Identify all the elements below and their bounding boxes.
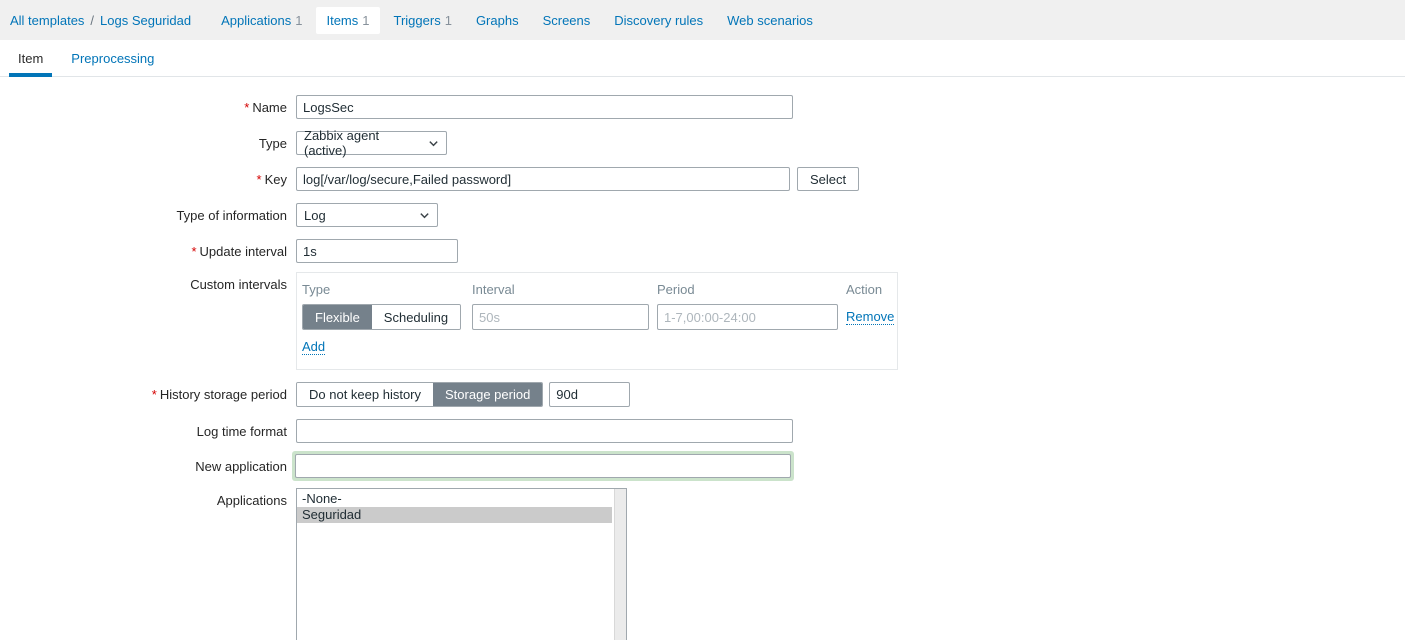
items-count: 1 (362, 12, 370, 28)
interval-type-segmented: Flexible Scheduling (302, 304, 462, 330)
tab-web-scenarios[interactable]: Web scenarios (717, 7, 823, 34)
required-asterisk: * (191, 244, 197, 259)
custom-intervals-label: Custom intervals (190, 277, 287, 292)
history-storage-period-row: * History storage period Do not keep hist… (0, 382, 1405, 407)
update-interval-label: * Update interval (191, 244, 287, 259)
applications-count: 1 (295, 12, 303, 28)
interval-input[interactable] (472, 304, 649, 330)
key-row: *Key Select (0, 167, 1405, 191)
history-storage-period-label: * History storage period (151, 387, 287, 402)
chevron-down-icon (419, 210, 430, 221)
column-header-interval: Interval (472, 282, 515, 297)
name-label: * Name (244, 100, 287, 115)
breadcrumb-template[interactable]: Logs Seguridad (100, 13, 191, 28)
log-time-format-label: Log time format (196, 424, 287, 439)
application-option-seguridad[interactable]: Seguridad (297, 507, 612, 523)
key-select-button[interactable]: Select (797, 167, 860, 191)
history-mode-segmented: Do not keep history Storage period (296, 382, 544, 407)
tab-items[interactable]: Items 1 (316, 6, 380, 34)
top-navigation-bar: All templates / Logs Seguridad Applicati… (0, 0, 1405, 40)
key-input[interactable] (296, 167, 790, 191)
application-option-none[interactable]: -None- (297, 491, 612, 507)
type-of-information-row: Type of information Log (0, 203, 1405, 227)
add-interval-link[interactable]: Add (302, 339, 326, 355)
log-time-format-row: Log time format (0, 419, 1405, 443)
name-row: * Name (0, 95, 1405, 119)
listbox-scrollbar[interactable] (614, 489, 626, 640)
column-header-action: Action (846, 282, 883, 297)
type-row: Type Zabbix agent (active) (0, 128, 1405, 158)
required-asterisk: * (256, 172, 262, 187)
type-of-information-label: Type of information (176, 208, 287, 223)
column-header-type: Type (302, 282, 331, 297)
breadcrumb-all-templates[interactable]: All templates (10, 13, 84, 28)
remove-interval-link[interactable]: Remove (846, 309, 895, 325)
type-select[interactable]: Zabbix agent (active) (296, 128, 447, 158)
applications-label: Applications (216, 493, 287, 508)
tab-discovery-rules[interactable]: Discovery rules (604, 7, 713, 34)
tab-triggers[interactable]: Triggers 1 (384, 7, 462, 34)
flexible-option[interactable]: Flexible (303, 305, 372, 329)
history-period-input[interactable] (549, 382, 631, 407)
required-asterisk: * (151, 387, 157, 402)
chevron-down-icon (428, 138, 439, 149)
applications-row: Applications -None- Seguridad (0, 488, 1405, 640)
tab-graphs[interactable]: Graphs (466, 7, 529, 34)
new-application-highlight (292, 451, 794, 481)
do-not-keep-history-option[interactable]: Do not keep history (297, 383, 434, 406)
tab-screens[interactable]: Screens (533, 7, 601, 34)
period-input[interactable] (657, 304, 838, 330)
update-interval-row: * Update interval (0, 239, 1405, 263)
log-time-format-input[interactable] (296, 419, 793, 443)
custom-intervals-panel: Type Interval Period Action Flexible Sch… (296, 272, 898, 370)
item-sub-tabs: Item Preprocessing (0, 40, 1405, 77)
column-header-period: Period (657, 282, 695, 297)
key-label: * Key (256, 172, 287, 187)
tab-preprocessing[interactable]: Preprocessing (62, 40, 163, 76)
tab-item[interactable]: Item (9, 40, 53, 77)
new-application-input[interactable] (295, 454, 791, 478)
applications-listbox[interactable]: -None- Seguridad (296, 488, 627, 640)
type-label: Type (258, 136, 287, 151)
custom-intervals-row: Custom intervals Type Interval Period Ac… (0, 272, 1405, 370)
new-application-row: New application (0, 451, 1405, 481)
item-form: *Name Type Zabbix agent (active) *Key Se… (0, 95, 1405, 640)
template-nav-tabs: Applications 1 Items 1 Triggers 1 Graphs Sc… (211, 6, 827, 34)
tab-applications[interactable]: Applications 1 (211, 7, 312, 34)
required-asterisk: * (244, 100, 250, 115)
type-of-information-select[interactable]: Log (296, 203, 438, 227)
new-application-label: New application (195, 459, 287, 474)
breadcrumb-separator: / (90, 12, 95, 28)
storage-period-option[interactable]: Storage period (433, 383, 543, 406)
scheduling-option[interactable]: Scheduling (371, 305, 461, 329)
name-input[interactable] (296, 95, 793, 119)
triggers-count: 1 (444, 12, 452, 28)
update-interval-input[interactable] (296, 239, 458, 263)
